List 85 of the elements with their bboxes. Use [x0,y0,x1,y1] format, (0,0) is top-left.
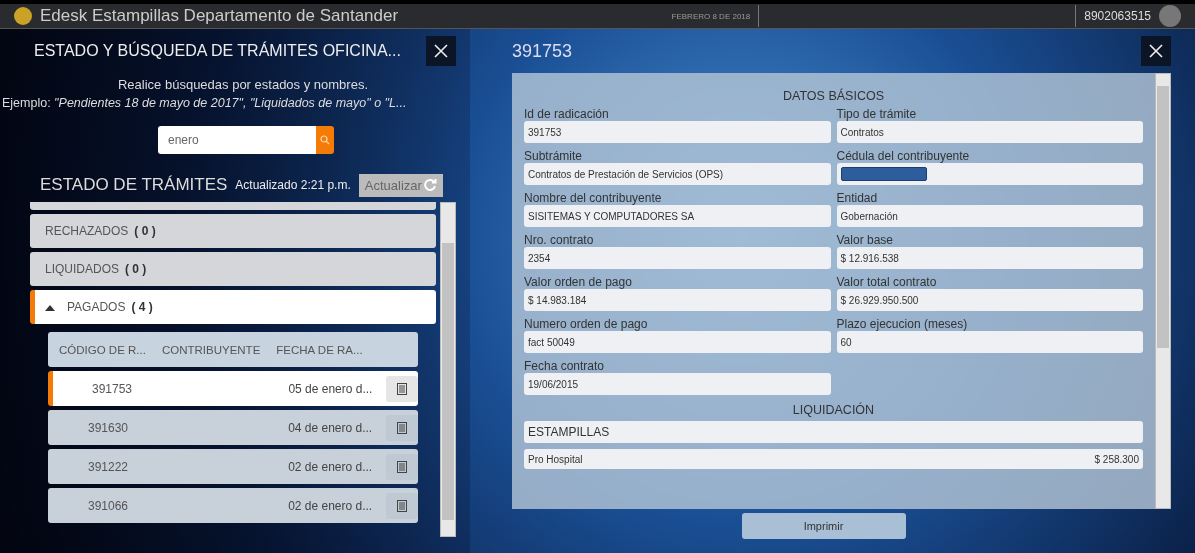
table-row[interactable]: 391753 05 de enero d... [48,371,418,406]
table-cell-text: 391630 [87,420,130,435]
input-field[interactable] [836,163,1143,185]
input-field[interactable]: SISITEMAS Y COMPUTADORES SA [524,205,831,227]
group-header[interactable]: LIQUIDADOS ( 0 ) [30,252,436,286]
column-header[interactable]: CONTRIBUYENTE [161,343,261,356]
input-field[interactable]: 2354 [524,247,831,269]
group-count: ( 0 ) [134,224,156,238]
field-label: Id de radicación [524,107,610,121]
document-icon [397,460,408,473]
column-header[interactable]: CÓDIGO DE R... [59,343,146,356]
input-field[interactable]: 60 [836,331,1143,353]
field-label: Tipo de trámite [836,107,918,121]
table-cell-text: 391222 [87,459,130,474]
table-row[interactable]: 391630 04 de enero d... [48,410,418,445]
document-icon [397,421,408,434]
stamp-value: $ 258.300 [1094,453,1139,465]
table-cell-text: 391753 [91,381,134,396]
field-label: Fecha contrato [524,359,606,373]
close-icon [1149,44,1163,58]
detail-title: 391753 [512,40,573,62]
input-field[interactable]: $ 26.929.950.500 [836,289,1143,311]
group-label: RECHAZADOS [45,224,129,238]
detail-button[interactable] [386,453,418,480]
input-field[interactable]: Contratos [836,121,1143,143]
field-label: Cédula del contribuyente [836,149,971,163]
panel-title: ESTADO Y BÚSQUEDA DE TRÁMITES OFICINA... [34,42,401,60]
field-label: Subtrámite [524,149,584,163]
group-header[interactable]: PAGADOS ( 4 ) [30,290,436,324]
close-icon [434,44,448,58]
collapse-icon [45,303,55,311]
table-cell-text: 391066 [87,498,130,513]
stamp-group: ESTAMPILLAS [524,421,1143,443]
group-header[interactable]: RECHAZADOS ( 0 ) [30,214,436,248]
table-row[interactable]: 391066 02 de enero d... [48,488,418,523]
detail-button[interactable] [386,375,418,402]
input-field[interactable]: 391753 [524,121,831,143]
field-label: Plazo ejecucion (meses) [836,317,969,331]
avatar-icon [1159,5,1181,27]
detail-button[interactable] [386,414,418,441]
table-cell-text: 04 de enero d... [287,420,374,435]
input-field[interactable]: $ 14.983.184 [524,289,831,311]
field-label: Valor base [836,233,894,247]
document-icon [397,499,408,512]
print-button[interactable]: Imprimir [741,513,906,539]
group-label: PAGADOS [67,300,126,314]
search-field[interactable]: enero [158,126,316,154]
table-cell-text: 02 de enero d... [287,459,374,474]
search-hint: Realice búsquedas por estados y nombres. [116,77,369,92]
date-label: FEBRERO 8 DE 2018 [671,11,751,21]
input-field[interactable]: fact 50049 [524,331,831,353]
field-label: Entidad [836,191,879,205]
table-cell-text: 05 de enero d... [287,381,374,396]
app-title: Edesk Estampillas Departamento de Santander [40,6,399,26]
status-title: ESTADO DE TRÁMITES [40,175,228,195]
field-label: Nro. contrato [524,233,595,247]
group-count: ( 4 ) [131,300,153,314]
field-label: Valor total contrato [836,275,938,289]
input-field[interactable]: 19/06/2015 [524,373,831,395]
scrollbar[interactable] [440,202,456,537]
close-button[interactable] [426,36,456,66]
field-label: Nombre del contribuyente [524,191,663,205]
field-label: Numero orden de pago [524,317,649,331]
search-example: Ejemplo: "Pendientes 18 de mayo de 2017", "Liquidados de mayo" o "L... [2,96,408,110]
updated-label: Actualizado 2:21 p.m. [235,178,351,192]
search-icon [320,135,330,145]
scrollbar[interactable] [1155,73,1171,509]
section-heading: LIQUIDACIÓN [791,403,876,417]
group-label: LIQUIDADOS [45,262,119,276]
field-label: Valor orden de pago [524,275,633,289]
document-icon [397,382,408,395]
section-heading: DATOS BÁSICOS [782,89,885,103]
close-button[interactable] [1141,36,1171,66]
emblem-icon [14,7,32,25]
stamp-name: Pro Hospital [528,453,583,465]
detail-button[interactable] [386,492,418,519]
input-field[interactable]: $ 12.916.538 [836,247,1143,269]
table-row[interactable]: 391222 02 de enero d... [48,449,418,484]
input-field[interactable]: Gobernación [836,205,1143,227]
table-cell-text: 02 de enero d... [287,498,374,513]
account-number: 8902063515 [1084,9,1151,23]
refresh-icon [422,178,437,192]
group-count: ( 0 ) [125,262,147,276]
column-header[interactable]: FECHA DE RA... [276,343,363,356]
input-field[interactable]: Contratos de Prestación de Servicios (OPS) [524,163,831,185]
